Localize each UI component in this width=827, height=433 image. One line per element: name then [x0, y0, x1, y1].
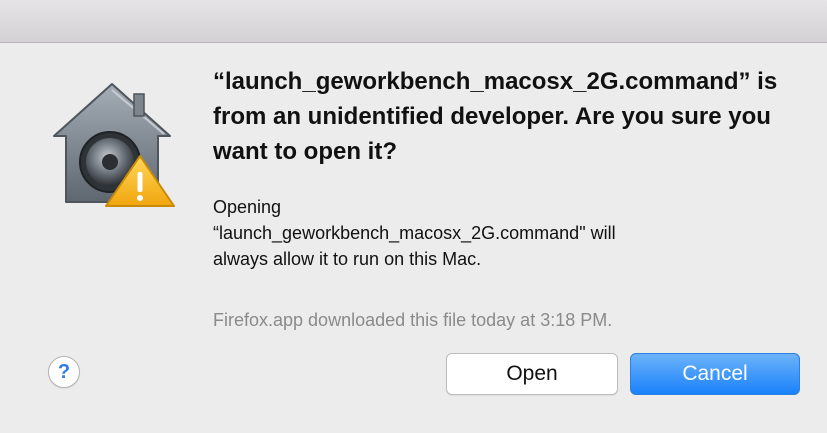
dialog-headline: “launch_geworkbench_macosx_2G.command” i…: [213, 68, 778, 165]
body-line: “launch_geworkbench_macosx_2G.command" w…: [213, 223, 616, 243]
download-info-text: Firefox.app downloaded this file today a…: [213, 310, 613, 330]
dialog-body-text: Opening “launch_geworkbench_macosx_2G.co…: [213, 194, 793, 272]
body-line: always allow it to run on this Mac.: [213, 249, 482, 269]
help-button[interactable]: ?: [48, 356, 80, 388]
body-line: Opening: [213, 197, 282, 217]
dialog-title-bar: [0, 0, 827, 43]
open-button[interactable]: Open: [446, 353, 618, 395]
security-warning-dialog: “launch_geworkbench_macosx_2G.command” i…: [0, 0, 827, 433]
cancel-button[interactable]: Cancel: [630, 353, 800, 395]
gatekeeper-warning-icon: [53, 83, 175, 207]
